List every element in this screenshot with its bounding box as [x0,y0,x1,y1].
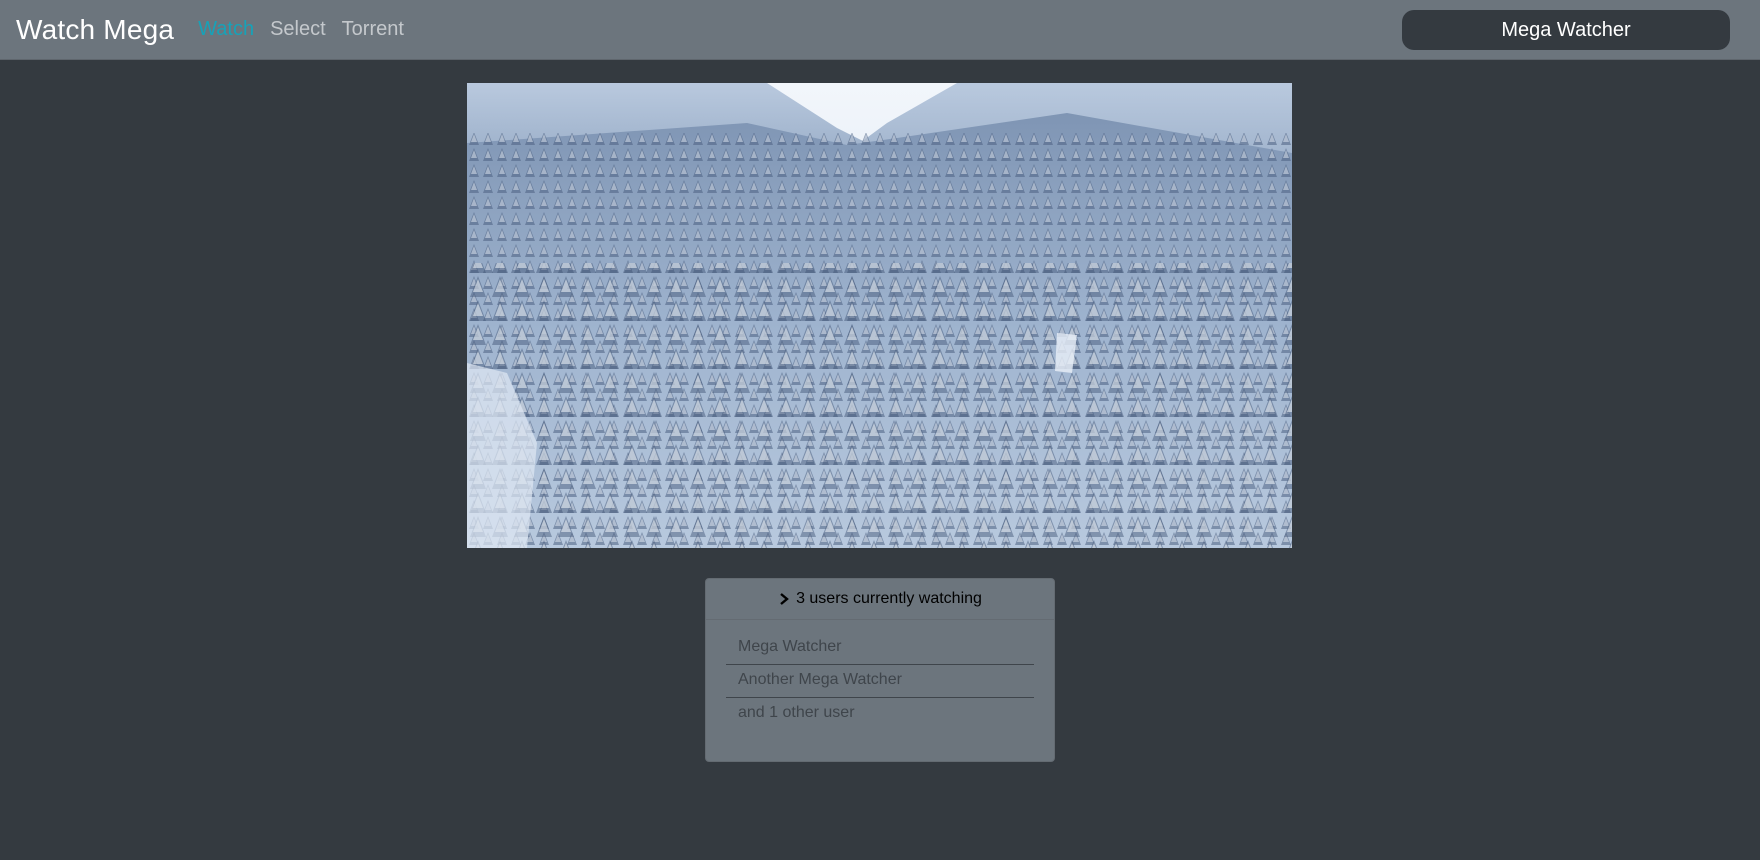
viewers-toggle[interactable]: 3 users currently watching [706,579,1054,620]
list-item: and 1 other user [738,704,855,721]
top-navbar: Watch Mega Watch Select Torrent Mega Wat… [0,0,1760,60]
user-name-button[interactable]: Mega Watcher [1402,10,1730,50]
brand-title[interactable]: Watch Mega [16,14,174,46]
video-player[interactable] [467,83,1292,548]
viewers-panel: 3 users currently watching Mega Watcher … [705,578,1055,762]
list-item: Mega Watcher [726,632,1034,665]
chevron-right-icon [780,593,789,605]
list-item: Another Mega Watcher [726,665,1034,698]
video-frame-forest [467,83,1292,548]
nav-link-select[interactable]: Select [270,18,326,41]
viewers-summary: 3 users currently watching [796,590,982,607]
nav-link-watch[interactable]: Watch [198,18,254,41]
viewers-list: Mega Watcher Another Mega Watcher and 1 … [706,620,1054,730]
nav-link-torrent[interactable]: Torrent [342,18,404,41]
